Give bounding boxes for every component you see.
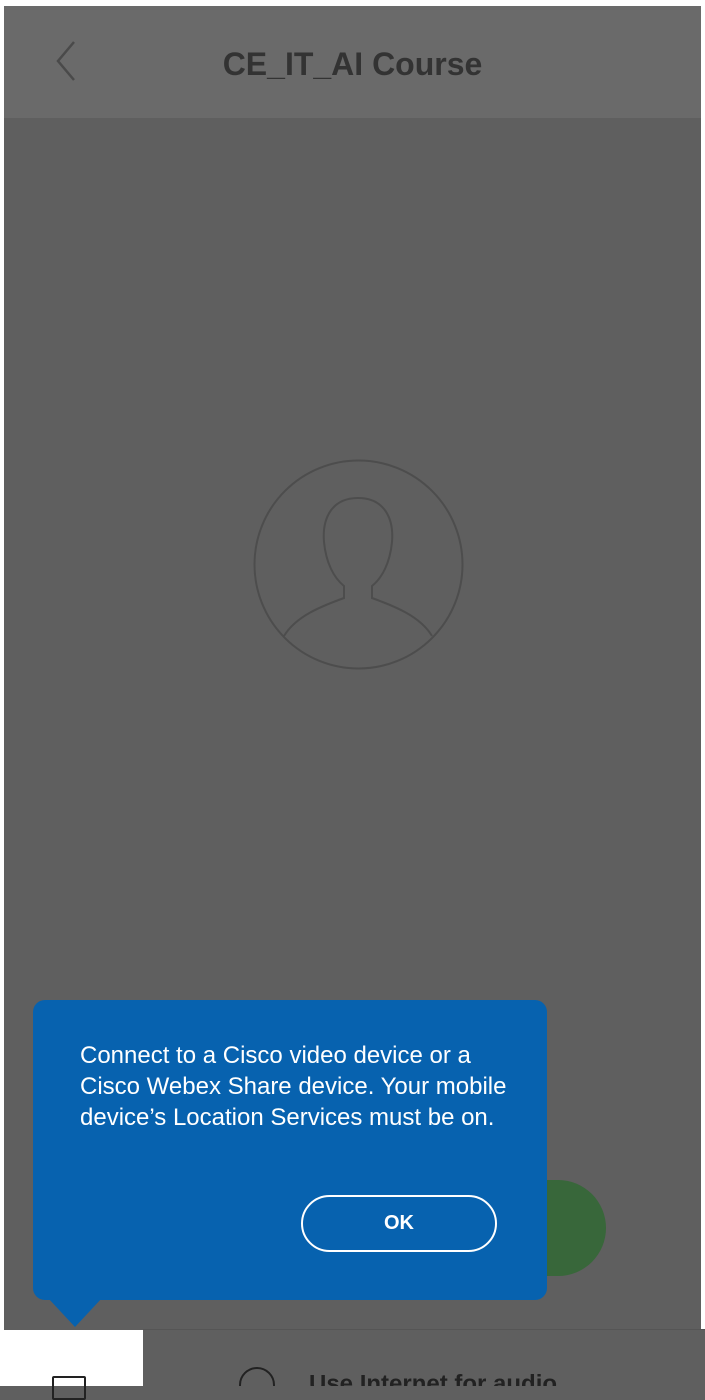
audio-icon [239, 1367, 275, 1386]
header-bar: CE_IT_AI Course [4, 6, 701, 118]
tooltip-message: Connect to a Cisco video device or a Cis… [80, 1042, 507, 1131]
person-avatar-icon [253, 459, 464, 670]
screen-share-icon[interactable] [52, 1376, 86, 1400]
page-title: CE_IT_AI Course [222, 46, 483, 82]
tooltip-pointer [48, 1298, 102, 1327]
ok-button[interactable]: OK [301, 1195, 497, 1252]
avatar [252, 458, 465, 671]
tooltip-popup: Connect to a Cisco video device or a Cis… [33, 1000, 547, 1300]
frame-left [0, 0, 4, 1330]
frame-right [701, 0, 705, 1330]
audio-option[interactable]: Use Internet for audio [239, 1367, 557, 1386]
audio-option-row[interactable]: Use Internet for audio [143, 1330, 705, 1386]
audio-option-label: Use Internet for audio [309, 1370, 558, 1386]
